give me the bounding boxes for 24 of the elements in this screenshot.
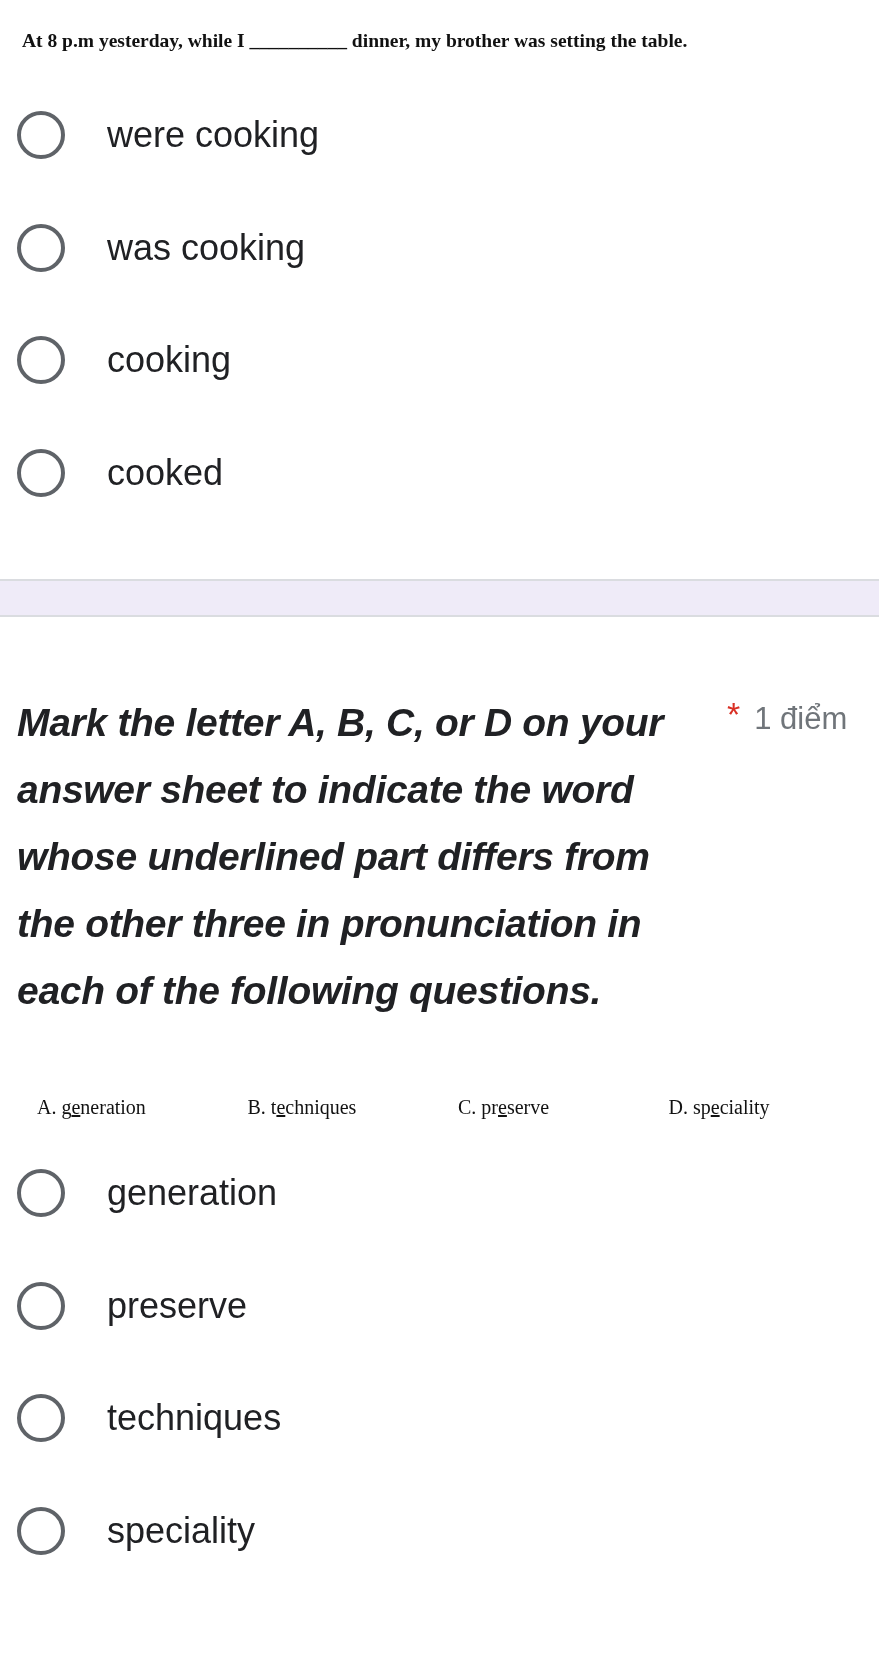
option-label[interactable]: techniques — [107, 1397, 282, 1440]
answer-choice: A. generation — [37, 1096, 147, 1119]
required-asterisk: * — [727, 695, 741, 734]
radio-button[interactable] — [17, 336, 65, 385]
points-label: 1 điểm — [754, 701, 848, 737]
option-label[interactable]: were cooking — [107, 114, 320, 157]
radio-button[interactable] — [17, 1281, 65, 1330]
answer-choice: B. techniques — [247, 1096, 358, 1119]
radio-button[interactable] — [17, 111, 65, 160]
question-title: Mark the letter A, B, C, or D on your answer sheet to indicate the word whose underlined part differs from the other three in pronunciation in each of the following questions. — [17, 700, 666, 1014]
question-text: At 8 p.m yesterday, while I __________ dinner, my brother was setting the table. — [22, 30, 689, 52]
radio-button[interactable] — [17, 448, 65, 497]
radio-button[interactable] — [17, 1506, 65, 1555]
option-label[interactable]: was cooking — [107, 226, 306, 269]
option-label[interactable]: speciality — [107, 1509, 256, 1552]
answer-choice: C. preserve — [458, 1096, 551, 1119]
option-label[interactable]: generation — [107, 1172, 278, 1215]
option-label[interactable]: preserve — [107, 1284, 248, 1327]
radio-button[interactable] — [17, 223, 65, 272]
option-label[interactable]: cooking — [107, 339, 232, 382]
radio-button[interactable] — [17, 1394, 65, 1443]
option-label[interactable]: cooked — [107, 451, 224, 494]
radio-button[interactable] — [17, 1169, 65, 1218]
answer-choice: D. speciality — [668, 1096, 771, 1119]
